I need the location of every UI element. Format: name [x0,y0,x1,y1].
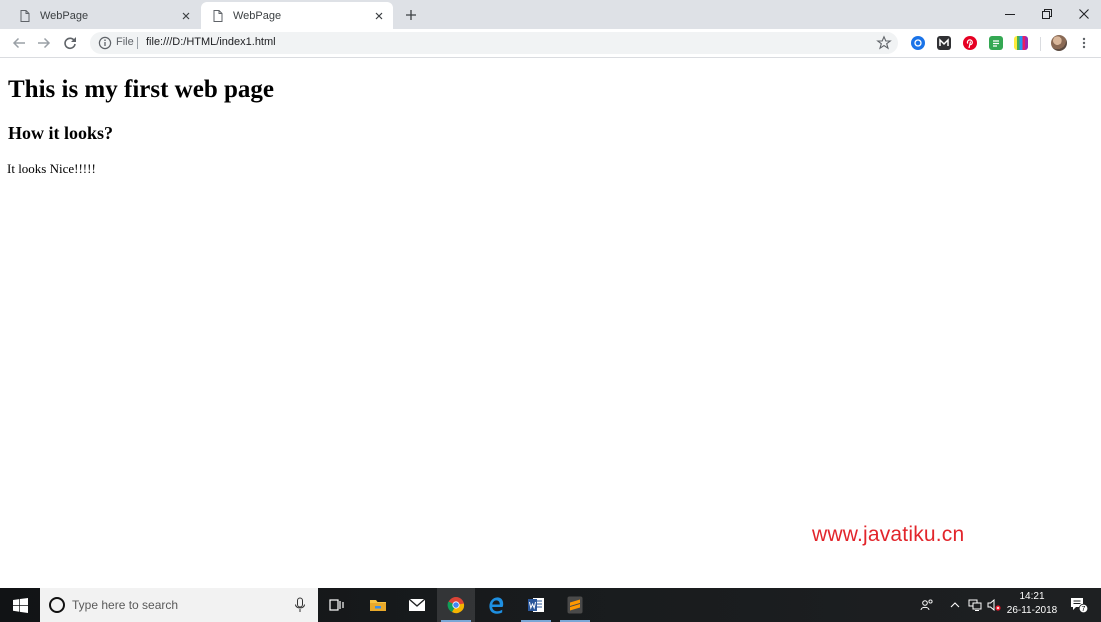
edge-icon[interactable] [477,588,515,622]
page-paragraph: It looks Nice!!!!! [7,161,96,176]
sublime-icon[interactable] [556,588,594,622]
url-text[interactable]: file:///D:/HTML/index1.html [146,36,276,48]
tab-webpage-2[interactable]: WebPage [201,2,393,29]
tab-webpage-1[interactable]: WebPage [8,2,200,29]
network-icon[interactable] [965,588,985,622]
tab-title: WebPage [40,9,89,22]
omnibox-divider [137,37,138,49]
watermark-text: www.javatiku.cn [812,523,965,546]
color-bars-extension-icon[interactable] [1014,36,1028,50]
page-icon [20,9,30,22]
browser-toolbar: File file:///D:/HTML/index1.html [0,29,1101,58]
cortana-icon [49,597,65,613]
action-center-icon[interactable]: 7 [1066,588,1092,622]
extension-a-icon[interactable] [911,36,925,50]
star-icon[interactable] [876,35,892,51]
forward-icon[interactable] [35,34,53,52]
minimize-icon[interactable] [992,3,1028,25]
menu-icon[interactable] [1079,36,1089,50]
clock-date: 26-11-2018 [1006,605,1058,616]
notification-count: 7 [1082,606,1086,613]
volume-muted-icon[interactable] [985,588,1003,622]
tab-close-icon[interactable] [178,8,194,24]
windows-icon[interactable] [0,588,40,622]
close-icon[interactable] [1066,3,1101,25]
tab-title: WebPage [233,9,282,22]
page-icon [213,9,223,22]
windows-taskbar: Type here to search 14:21 26-11-2018 7 [0,588,1101,622]
pinterest-icon[interactable] [963,36,977,50]
page-content: This is my first web page How it looks? … [0,58,1101,588]
restore-icon[interactable] [1029,3,1065,25]
tab-strip: WebPage WebPage [0,0,1101,29]
word-icon[interactable] [517,588,555,622]
reload-icon[interactable] [61,34,79,52]
taskbar-search-box[interactable]: Type here to search [40,588,318,622]
back-icon[interactable] [10,34,28,52]
chevron-up-icon[interactable] [946,588,964,622]
address-bar[interactable]: File file:///D:/HTML/index1.html [90,32,898,54]
tab-close-icon[interactable] [371,8,387,24]
mic-icon[interactable] [294,597,306,613]
task-view-icon[interactable] [318,588,356,622]
search-placeholder: Type here to search [72,598,179,612]
people-icon[interactable] [916,588,938,622]
info-icon[interactable] [98,36,112,50]
avatar[interactable] [1051,35,1067,51]
new-tab-icon[interactable] [402,6,420,24]
toolbar-divider [1040,37,1041,51]
extension-green-icon[interactable] [989,36,1003,50]
page-heading: This is my first web page [8,76,274,103]
mail-icon[interactable] [398,588,436,622]
clock-time: 14:21 [1019,591,1045,602]
gmail-checker-icon[interactable] [937,36,951,50]
chrome-icon[interactable] [437,588,475,622]
system-clock[interactable]: 14:21 26-11-2018 [1005,590,1059,618]
scheme-label: File [116,36,134,48]
page-subheading: How it looks? [8,123,114,143]
file-explorer-icon[interactable] [359,588,397,622]
